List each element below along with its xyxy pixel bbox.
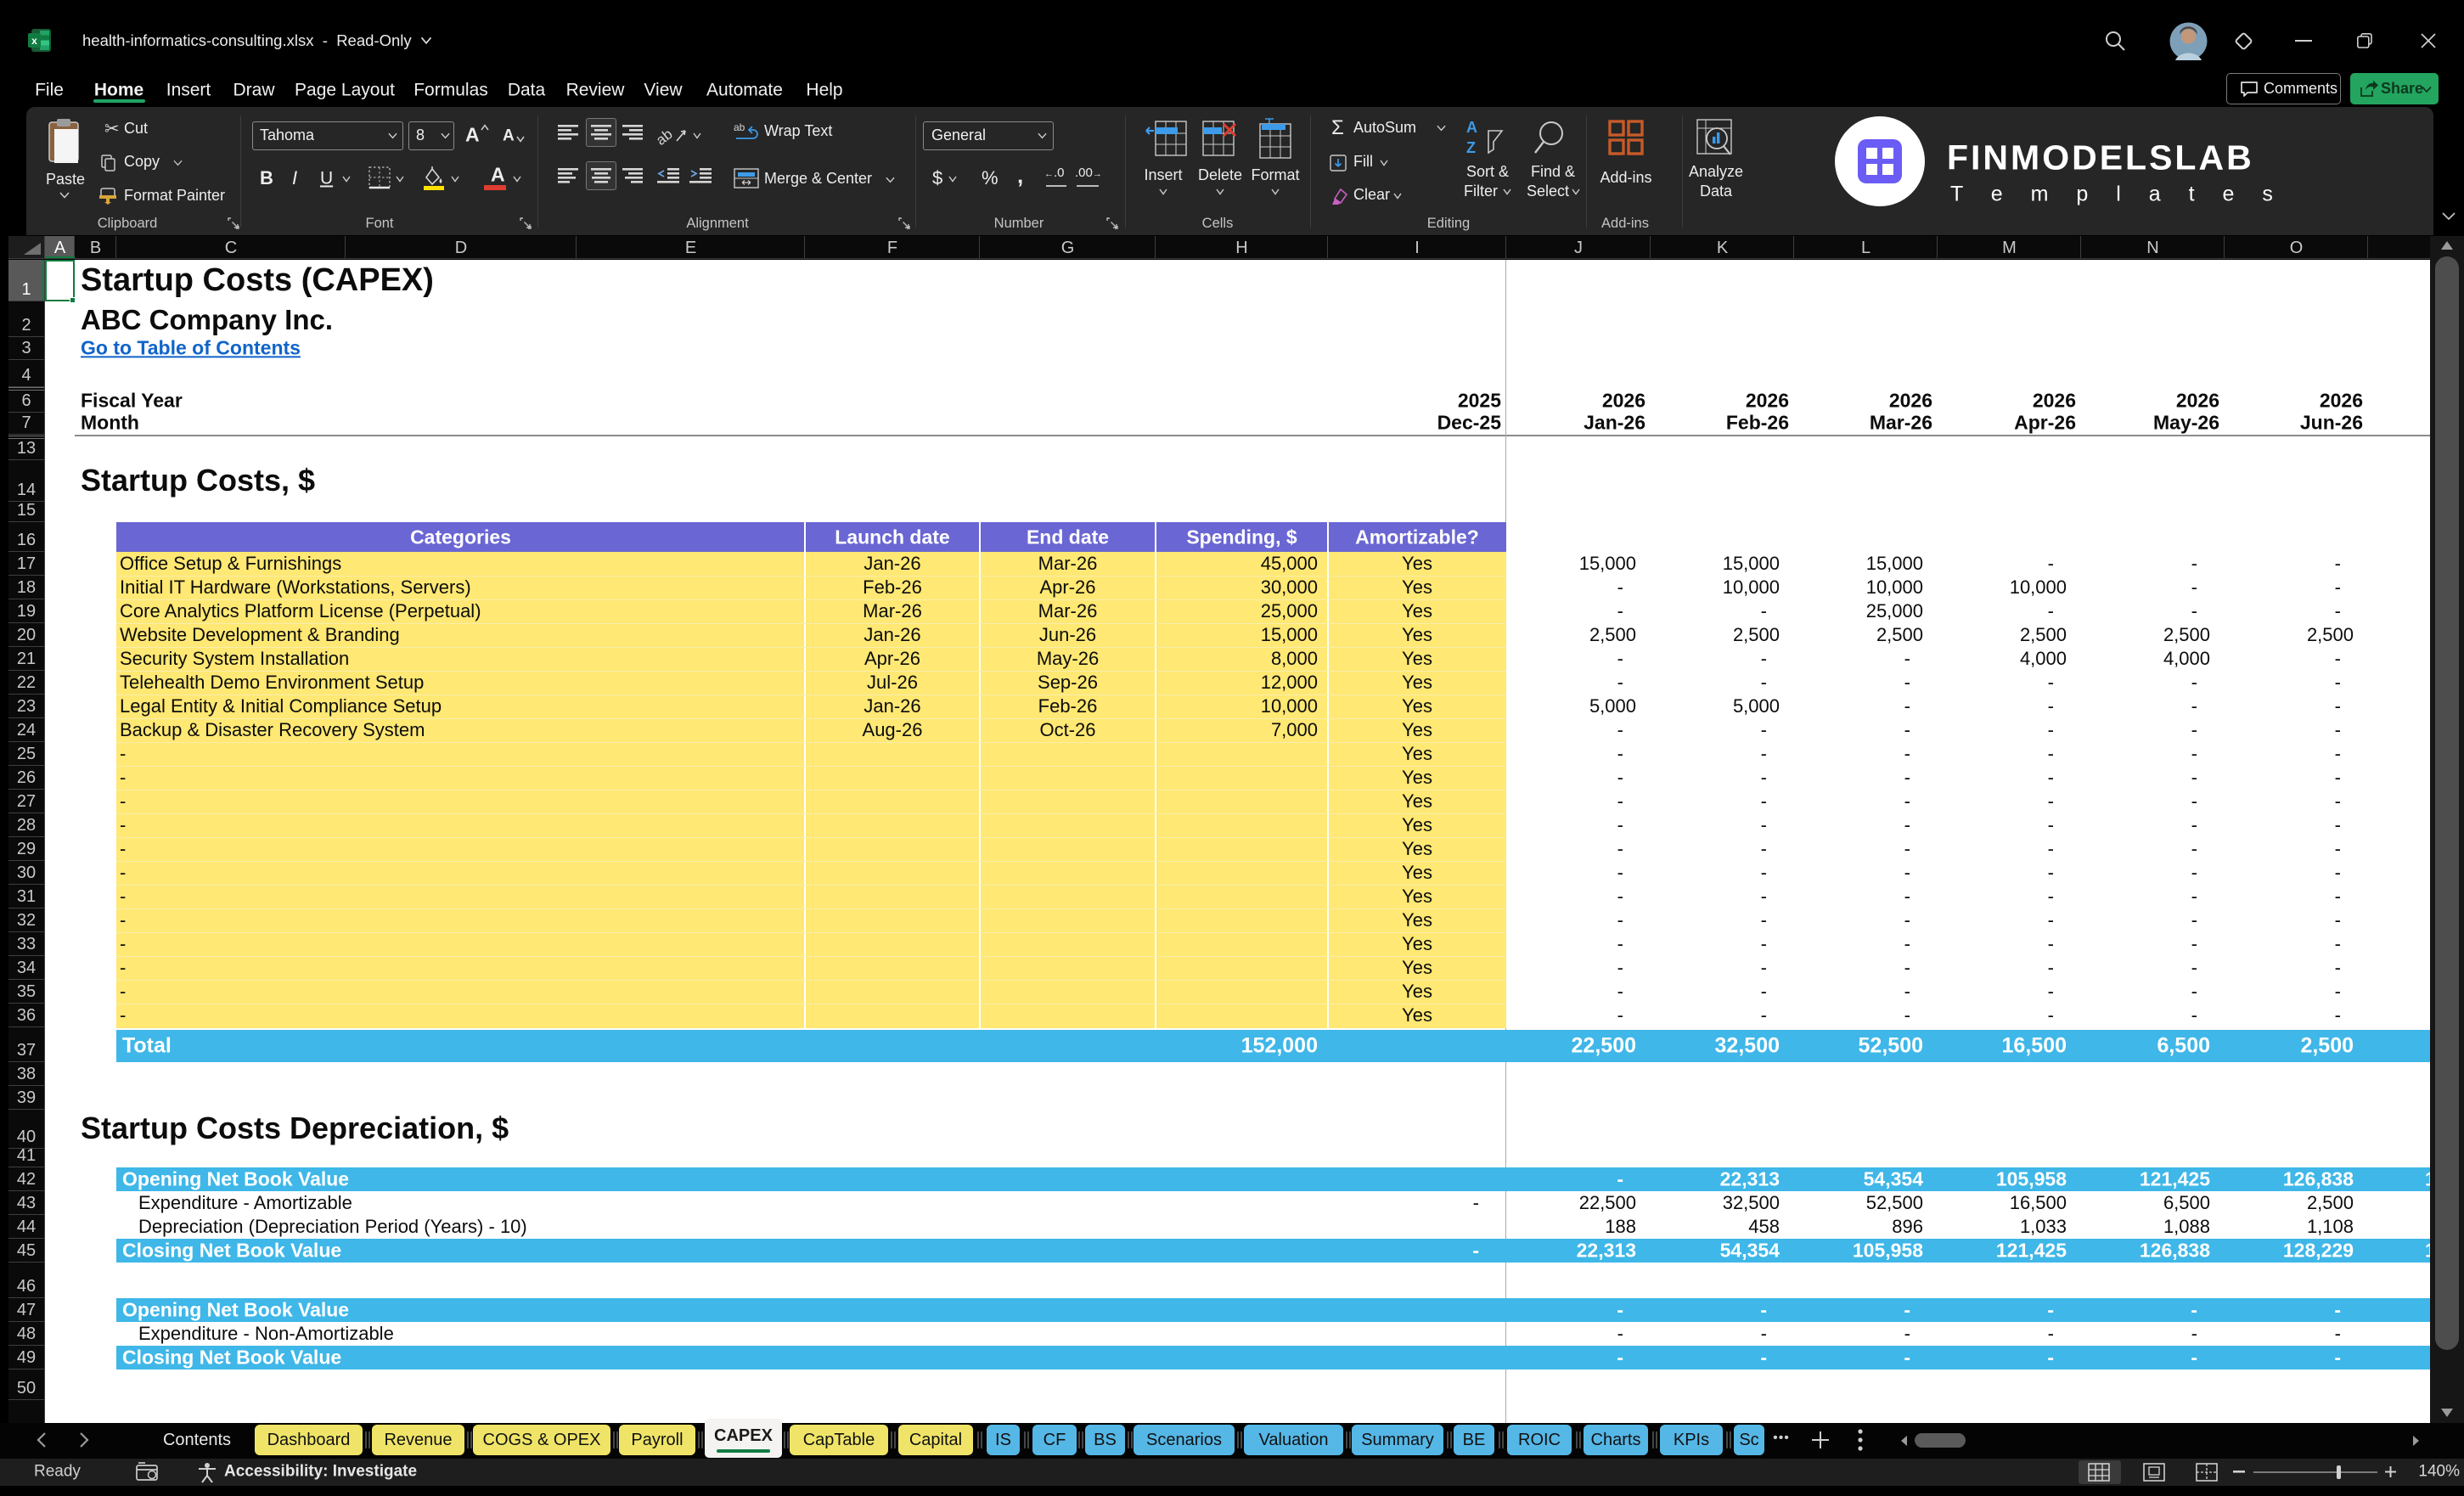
- svg-text:Z: Z: [1466, 139, 1476, 156]
- svg-text:A: A: [1466, 119, 1477, 136]
- svg-text:ab: ab: [734, 121, 745, 133]
- svg-text:x: x: [31, 35, 37, 47]
